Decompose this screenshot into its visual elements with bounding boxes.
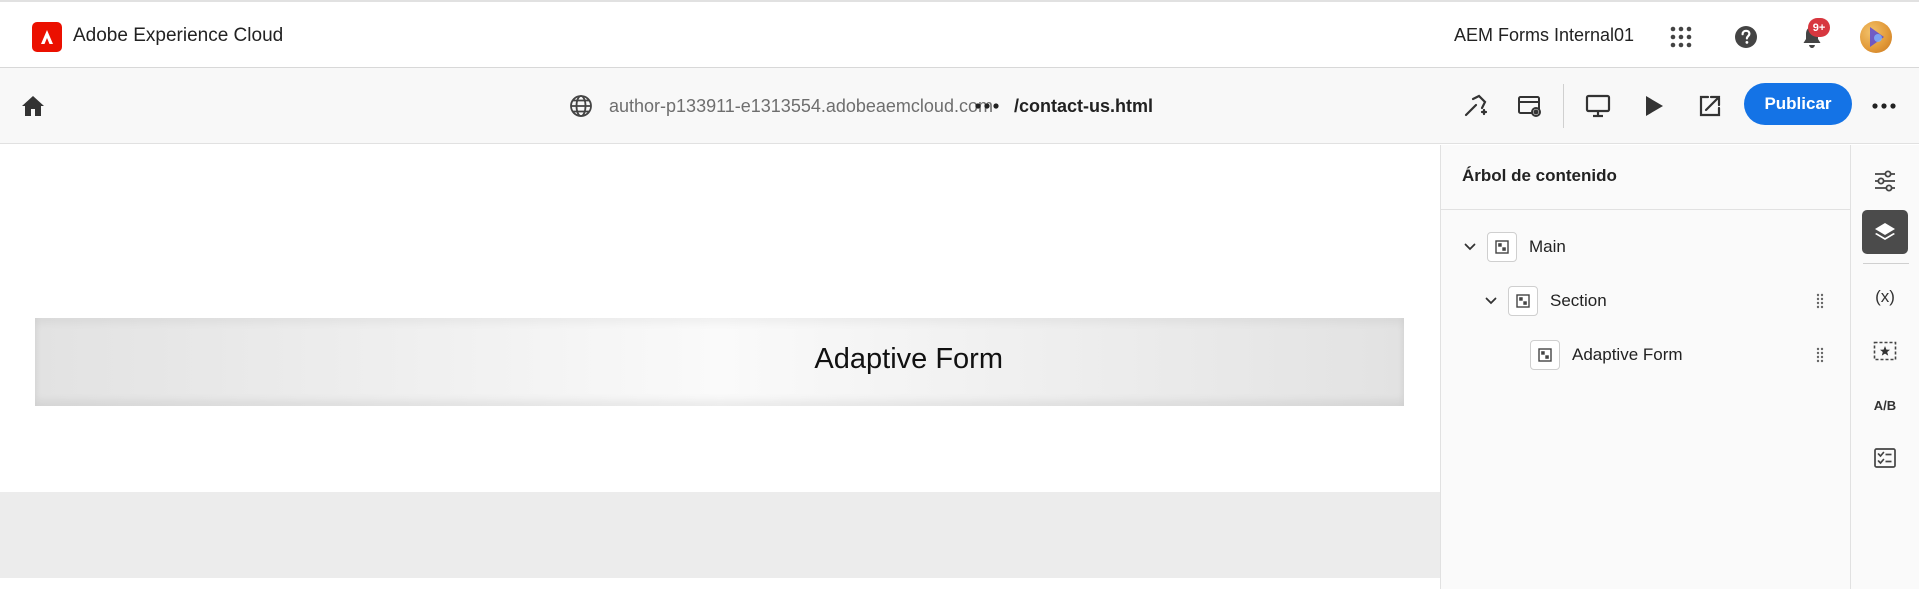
canvas-footer-band bbox=[0, 492, 1440, 578]
toolbar-divider bbox=[1563, 84, 1564, 128]
more-icon[interactable] bbox=[973, 92, 1001, 120]
tree-node-label: Section bbox=[1550, 291, 1607, 310]
avatar[interactable] bbox=[1860, 21, 1892, 53]
content-tree-panel: Árbol de contenido Main Section Adaptive… bbox=[1440, 145, 1851, 589]
panel-title: Árbol de contenido bbox=[1462, 166, 1617, 185]
play-icon[interactable] bbox=[1640, 92, 1668, 120]
tree-node-label: Adaptive Form bbox=[1572, 345, 1683, 364]
tree-node-main[interactable]: Main bbox=[1462, 230, 1566, 264]
properties-icon[interactable] bbox=[1862, 159, 1908, 203]
container-icon bbox=[1530, 340, 1560, 370]
checklist-icon[interactable] bbox=[1862, 436, 1908, 480]
editor-canvas[interactable]: Adaptive Form bbox=[0, 145, 1440, 589]
adaptive-form-component[interactable]: Adaptive Form bbox=[35, 318, 1404, 406]
apps-grid-icon[interactable] bbox=[1666, 22, 1696, 52]
panel-divider bbox=[1441, 209, 1851, 210]
brand-title[interactable]: Adobe Experience Cloud bbox=[73, 25, 283, 47]
variables-icon[interactable]: (x) bbox=[1862, 275, 1908, 319]
rail-divider bbox=[1863, 263, 1909, 264]
editor-toolbar: author-p133911-e1313554.adobeaemcloud.co… bbox=[0, 68, 1919, 144]
org-switcher[interactable]: AEM Forms Internal01 bbox=[1454, 25, 1634, 46]
form-title: Adaptive Form bbox=[814, 343, 1003, 375]
global-header: Adobe Experience Cloud AEM Forms Interna… bbox=[0, 0, 1919, 68]
ab-test-icon[interactable]: A/B bbox=[1862, 383, 1908, 427]
home-icon[interactable] bbox=[19, 92, 47, 120]
page-properties-icon[interactable] bbox=[1516, 92, 1544, 120]
adobe-logo-icon[interactable] bbox=[32, 22, 62, 52]
tree-node-section[interactable]: Section bbox=[1483, 284, 1607, 318]
chevron-down-icon[interactable] bbox=[1462, 239, 1478, 255]
page-path[interactable]: /contact-us.html bbox=[1014, 96, 1153, 117]
publish-button[interactable]: Publicar bbox=[1744, 83, 1852, 125]
globe-icon bbox=[567, 92, 595, 120]
container-icon bbox=[1487, 232, 1517, 262]
tree-node-adaptive-form[interactable]: Adaptive Form bbox=[1530, 338, 1683, 372]
hammer-icon[interactable] bbox=[1461, 92, 1489, 120]
page-url[interactable]: author-p133911-e1313554.adobeaemcloud.co… bbox=[609, 96, 993, 117]
tree-node-label: Main bbox=[1529, 237, 1566, 256]
desktop-preview-icon[interactable] bbox=[1584, 92, 1612, 120]
chevron-down-icon[interactable] bbox=[1483, 293, 1499, 309]
notification-badge: 9+ bbox=[1808, 18, 1830, 37]
more-actions-icon[interactable] bbox=[1870, 92, 1898, 120]
drag-handle-icon[interactable] bbox=[1816, 347, 1824, 368]
help-icon[interactable] bbox=[1731, 22, 1761, 52]
layers-icon[interactable] bbox=[1862, 210, 1908, 254]
drag-handle-icon[interactable] bbox=[1816, 293, 1824, 314]
side-rail: (x) A/B bbox=[1850, 145, 1919, 589]
open-external-icon[interactable] bbox=[1696, 92, 1724, 120]
fragment-icon[interactable] bbox=[1862, 329, 1908, 373]
container-icon bbox=[1508, 286, 1538, 316]
